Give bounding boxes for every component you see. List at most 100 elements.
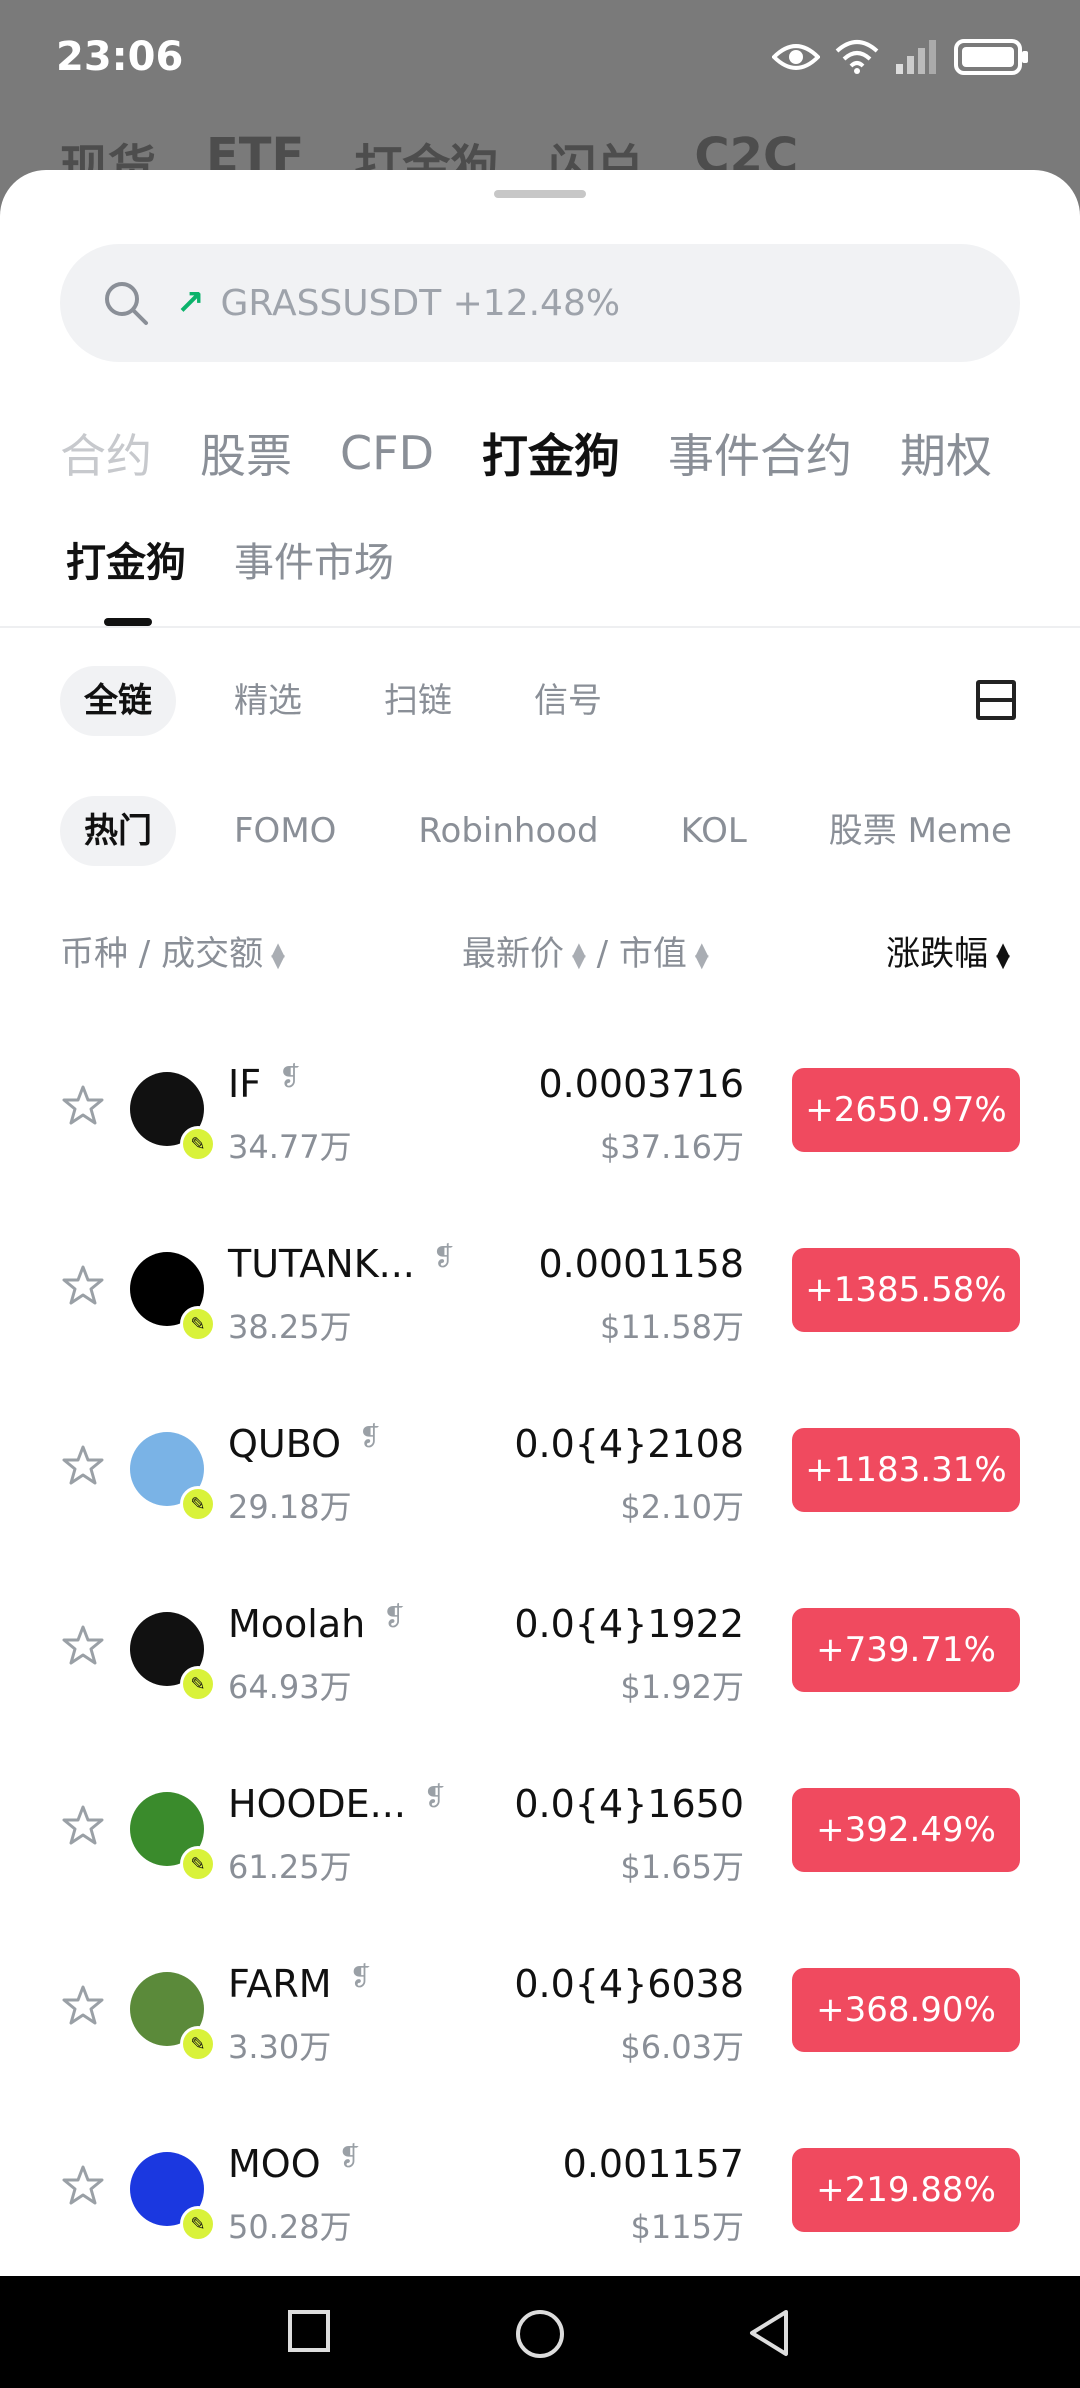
chain-badge-icon: ✎ — [180, 1306, 216, 1342]
token-volume: 64.93万 — [228, 1668, 352, 1706]
tab-event-contracts[interactable]: 事件合约 — [668, 420, 852, 486]
sort-by-change[interactable]: 涨跌幅 ▲ ▼ — [886, 926, 1010, 975]
pump-icon: ❡ — [432, 1242, 455, 1272]
token-price: 0.0001158 — [538, 1242, 745, 1286]
token-price: 0.0{4}1922 — [514, 1602, 744, 1646]
pump-icon: ❡ — [279, 1062, 301, 1092]
layout-toggle-icon[interactable] — [976, 680, 1016, 720]
token-symbol: QUBO — [228, 1422, 342, 1466]
token-price: 0.0{4}2108 — [514, 1422, 744, 1466]
change-badge[interactable]: +2650.97% — [792, 1068, 1020, 1152]
chip-signal[interactable]: 信号 — [510, 666, 626, 736]
market-sheet: ↗ GRASSUSDT +12.48% 合约 股票 CFD 打金狗 事件合约 期… — [0, 170, 1080, 2276]
token-symbol: IF — [228, 1062, 262, 1106]
token-volume: 34.77万 — [228, 1128, 352, 1166]
change-badge[interactable]: +368.90% — [792, 1968, 1020, 2052]
signal-icon — [894, 38, 940, 76]
change-badge[interactable]: +392.49% — [792, 1788, 1020, 1872]
token-name: IF ❡ — [228, 1062, 301, 1106]
token-market-cap: $1.92万 — [620, 1668, 744, 1706]
column-label: 最新价 — [462, 934, 564, 974]
sort-by-volume[interactable]: 币种 / 成交额 ▲ ▼ — [60, 926, 285, 975]
table-row[interactable]: ✎ QUBO ❡ 29.18万 0.0{4}2108 $2.10万 +1183.3… — [0, 1400, 1080, 1580]
token-symbol: HOODE... — [228, 1782, 406, 1826]
star-icon[interactable] — [62, 2164, 104, 2206]
home-icon[interactable] — [514, 2308, 566, 2360]
token-name: HOODE... ❡ — [228, 1782, 446, 1826]
chain-filter-chips: 全链 精选 扫链 信号 — [60, 666, 626, 736]
search-icon — [105, 282, 148, 325]
change-badge[interactable]: +1183.31% — [792, 1428, 1020, 1512]
chain-badge-icon: ✎ — [180, 2026, 216, 2062]
table-row[interactable]: ✎ Moolah ❡ 64.93万 0.0{4}1922 $1.92万 +739.… — [0, 1580, 1080, 1760]
token-name: MOO ❡ — [228, 2142, 360, 2186]
divider — [0, 626, 1080, 628]
token-name: Moolah ❡ — [228, 1602, 405, 1646]
chip-featured[interactable]: 精选 — [210, 666, 326, 736]
token-market-cap: $11.58万 — [600, 1308, 744, 1346]
table-row[interactable]: ✎ FARM ❡ 3.30万 0.0{4}6038 $6.03万 +368.90% — [0, 1940, 1080, 2120]
star-icon[interactable] — [62, 1444, 104, 1486]
chip-fomo[interactable]: FOMO — [210, 796, 360, 866]
star-icon[interactable] — [62, 1984, 104, 2026]
star-icon[interactable] — [62, 1264, 104, 1306]
token-symbol: TUTANK... — [228, 1242, 415, 1286]
recents-icon[interactable] — [286, 2308, 332, 2354]
token-volume: 29.18万 — [228, 1488, 352, 1526]
table-row[interactable]: ✎ HOODE... ❡ 61.25万 0.0{4}1650 $1.65万 +39… — [0, 1760, 1080, 1940]
token-price: 0.001157 — [562, 2142, 744, 2186]
tab-gold-dog[interactable]: 打金狗 — [482, 420, 620, 486]
search-placeholder: GRASSUSDT +12.48% — [220, 282, 621, 324]
table-row[interactable]: ✎ IF ❡ 34.77万 0.0003716 $37.16万 +2650.97% — [0, 1040, 1080, 1220]
chip-scan-chain[interactable]: 扫链 — [360, 666, 476, 736]
token-market-cap: $6.03万 — [620, 2028, 744, 2066]
subtab-gold-dog[interactable]: 打金狗 — [66, 530, 186, 588]
sort-icon: ▲ ▼ — [572, 938, 586, 972]
sort-icon: ▲ ▼ — [694, 938, 709, 972]
status-icons — [772, 38, 1030, 76]
back-icon[interactable] — [746, 2308, 792, 2358]
sheet-drag-handle[interactable] — [494, 190, 586, 198]
category-tabs: 合约 股票 CFD 打金狗 事件合约 期权 — [60, 408, 1020, 498]
token-price: 0.0{4}6038 — [514, 1962, 744, 2006]
tab-futures[interactable]: 合约 — [60, 420, 152, 486]
chain-badge-icon: ✎ — [180, 2206, 216, 2242]
token-name: TUTANK... ❡ — [228, 1242, 455, 1286]
tab-stocks[interactable]: 股票 — [200, 420, 292, 486]
change-badge[interactable]: +219.88% — [792, 2148, 1020, 2232]
change-badge[interactable]: +1385.58% — [792, 1248, 1020, 1332]
column-label: 涨跌幅 — [886, 934, 989, 974]
table-row[interactable]: ✎ TUTANK... ❡ 38.25万 0.0001158 $11.58万 +1… — [0, 1220, 1080, 1400]
chip-hot[interactable]: 热门 — [60, 796, 176, 866]
trend-up-icon: ↗ — [176, 283, 205, 323]
chip-robinhood[interactable]: Robinhood — [394, 796, 622, 866]
change-badge[interactable]: +739.71% — [792, 1608, 1020, 1692]
search-bar[interactable]: ↗ GRASSUSDT +12.48% — [60, 244, 1020, 362]
chip-all-chains[interactable]: 全链 — [60, 666, 176, 736]
token-market-cap: $2.10万 — [620, 1488, 744, 1526]
star-icon[interactable] — [62, 1804, 104, 1846]
chip-kol[interactable]: KOL — [657, 796, 771, 866]
token-volume: 38.25万 — [228, 1308, 352, 1346]
star-icon[interactable] — [62, 1624, 104, 1666]
pump-icon: ❡ — [423, 1782, 446, 1812]
sub-tabs: 打金狗 事件市场 — [66, 530, 394, 588]
tab-options[interactable]: 期权 — [900, 420, 992, 486]
tab-cfd[interactable]: CFD — [340, 426, 434, 480]
status-time: 23:06 — [56, 34, 184, 80]
table-row[interactable]: ✎ MOO ❡ 50.28万 0.001157 $115万 +219.88% — [0, 2120, 1080, 2276]
subtab-event-market[interactable]: 事件市场 — [234, 530, 394, 588]
token-name: FARM ❡ — [228, 1962, 371, 2006]
sort-by-price[interactable]: 最新价 ▲ ▼ / 市值 ▲ ▼ — [462, 926, 709, 975]
chip-stock-meme[interactable]: 股票 Meme — [805, 796, 1020, 866]
star-icon[interactable] — [62, 1084, 104, 1126]
token-market-cap: $37.16万 — [600, 1128, 744, 1166]
system-nav-bar — [0, 2276, 1080, 2388]
token-symbol: Moolah — [228, 1602, 366, 1646]
pump-icon: ❡ — [349, 1962, 372, 1992]
token-list: ✎ IF ❡ 34.77万 0.0003716 $37.16万 +2650.97%… — [0, 1040, 1080, 2276]
chain-badge-icon: ✎ — [180, 1126, 216, 1162]
column-header: 币种 / 成交额 ▲ ▼ 最新价 ▲ ▼ / 市值 ▲ ▼ 涨跌幅 ▲ ▼ — [0, 926, 1080, 976]
token-price: 0.0{4}1650 — [514, 1782, 744, 1826]
token-market-cap: $1.65万 — [620, 1848, 744, 1886]
